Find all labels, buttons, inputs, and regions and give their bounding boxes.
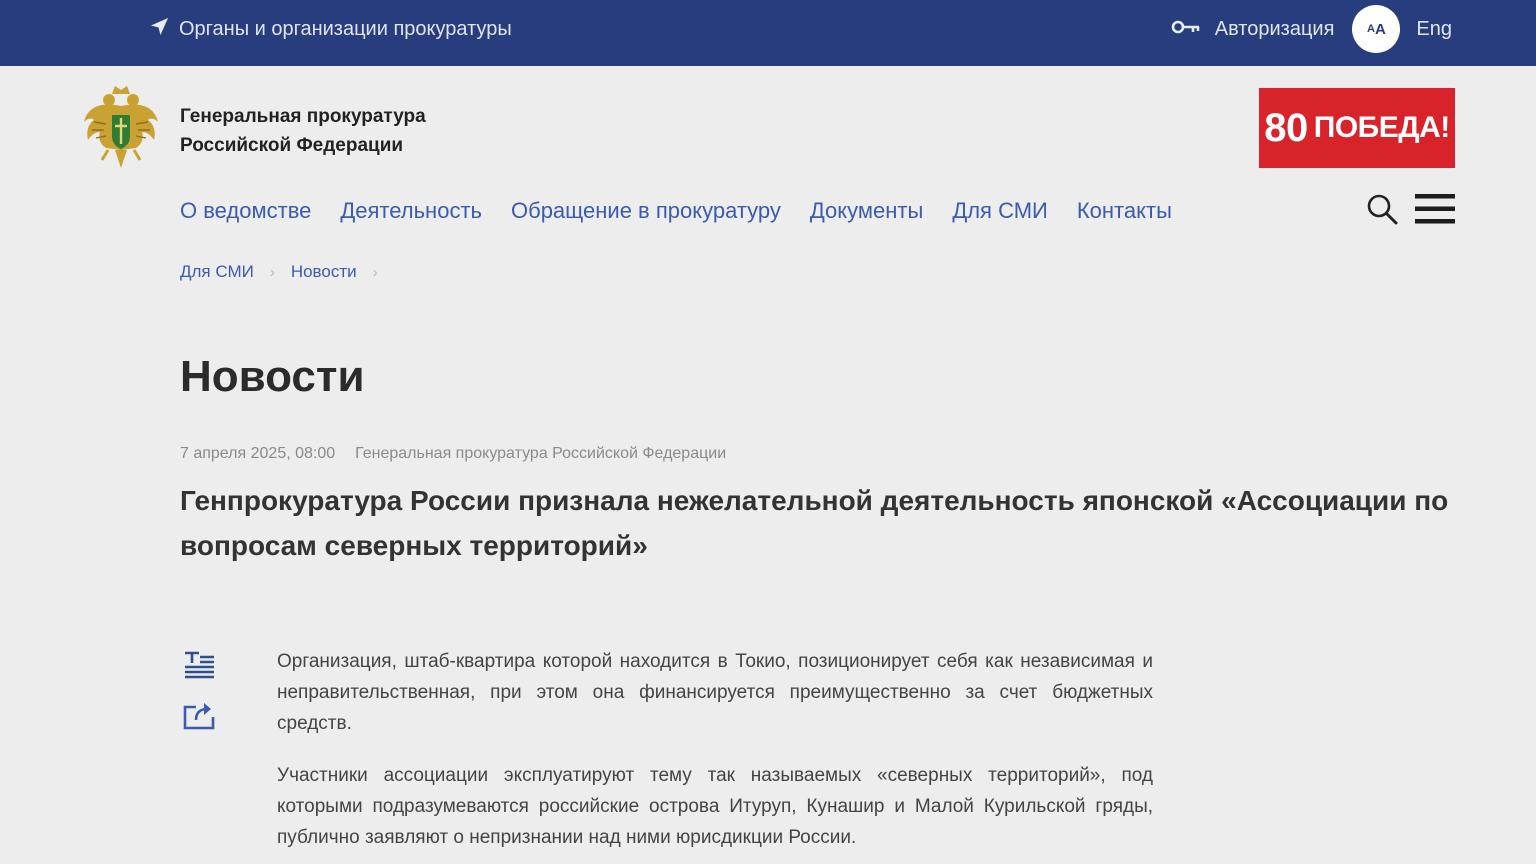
victory-number: 80 — [1264, 105, 1308, 150]
top-bar: Органы и организации прокуратуры Авториз… — [0, 0, 1536, 66]
organizations-link-label: Органы и организации прокуратуры — [179, 17, 512, 40]
nav-item-activity[interactable]: Деятельность — [340, 198, 482, 224]
text-lines-icon[interactable] — [182, 649, 216, 683]
victory-80-banner[interactable]: 80 ПОБЕДА! — [1259, 88, 1455, 168]
nav-item-contacts[interactable]: Контакты — [1077, 198, 1172, 224]
double-headed-eagle-emblem[interactable] — [82, 84, 160, 170]
nav-item-appeal[interactable]: Обращение в прокуратуру — [511, 198, 781, 224]
article-date: 7 апреля 2025, 08:00 — [180, 445, 336, 462]
hamburger-menu-icon[interactable] — [1414, 192, 1456, 226]
breadcrumb-separator: › — [372, 263, 378, 281]
article-source: Генеральная прокуратура Российской Федер… — [355, 445, 727, 462]
auth-label: Авторизация — [1214, 17, 1335, 40]
article-headline: Генпрокуратура России признала нежелател… — [180, 485, 1449, 561]
nav-item-about[interactable]: О ведомстве — [180, 198, 311, 224]
font-size-small-letter: A — [1367, 23, 1375, 35]
organizations-link[interactable]: Органы и организации прокуратуры — [150, 0, 512, 58]
navigation-arrow-icon — [150, 17, 169, 42]
article-meta: 7 апреля 2025, 08:00 Генеральная прокура… — [180, 445, 726, 463]
breadcrumb-separator: › — [269, 263, 275, 281]
font-size-toggle[interactable]: AA — [1352, 5, 1401, 53]
search-icon[interactable] — [1366, 193, 1398, 225]
font-size-large-letter: A — [1374, 20, 1386, 38]
language-switch[interactable]: Eng — [1416, 18, 1452, 41]
brand-line-1: Генеральная прокуратура — [180, 106, 426, 127]
victory-text: ПОБЕДА! — [1313, 111, 1451, 144]
breadcrumb: Для СМИ › Новости › — [180, 262, 378, 282]
article-paragraph: Участники ассоциации эксплуатируют тему … — [277, 765, 1153, 848]
top-bar-actions: Авторизация AA Eng — [1171, 0, 1452, 58]
key-icon — [1171, 18, 1201, 41]
breadcrumb-item-news[interactable]: Новости — [291, 262, 357, 282]
brand-name[interactable]: Генеральная прокуратура Российской Федер… — [180, 102, 426, 160]
share-icon[interactable] — [182, 698, 216, 732]
nav-item-media[interactable]: Для СМИ — [952, 198, 1048, 224]
auth-link[interactable]: Авторизация — [1171, 17, 1335, 41]
article-paragraph: Организация, штаб-квартира которой наход… — [277, 651, 1153, 734]
brand-line-2: Российской Федерации — [180, 135, 404, 156]
main-navigation: О ведомстве Деятельность Обращение в про… — [180, 192, 1172, 230]
nav-item-documents[interactable]: Документы — [810, 198, 923, 224]
article-body: Организация, штаб-квартира которой наход… — [277, 646, 1153, 853]
breadcrumb-item-media[interactable]: Для СМИ — [180, 262, 254, 282]
page-title: Новости — [180, 352, 365, 401]
